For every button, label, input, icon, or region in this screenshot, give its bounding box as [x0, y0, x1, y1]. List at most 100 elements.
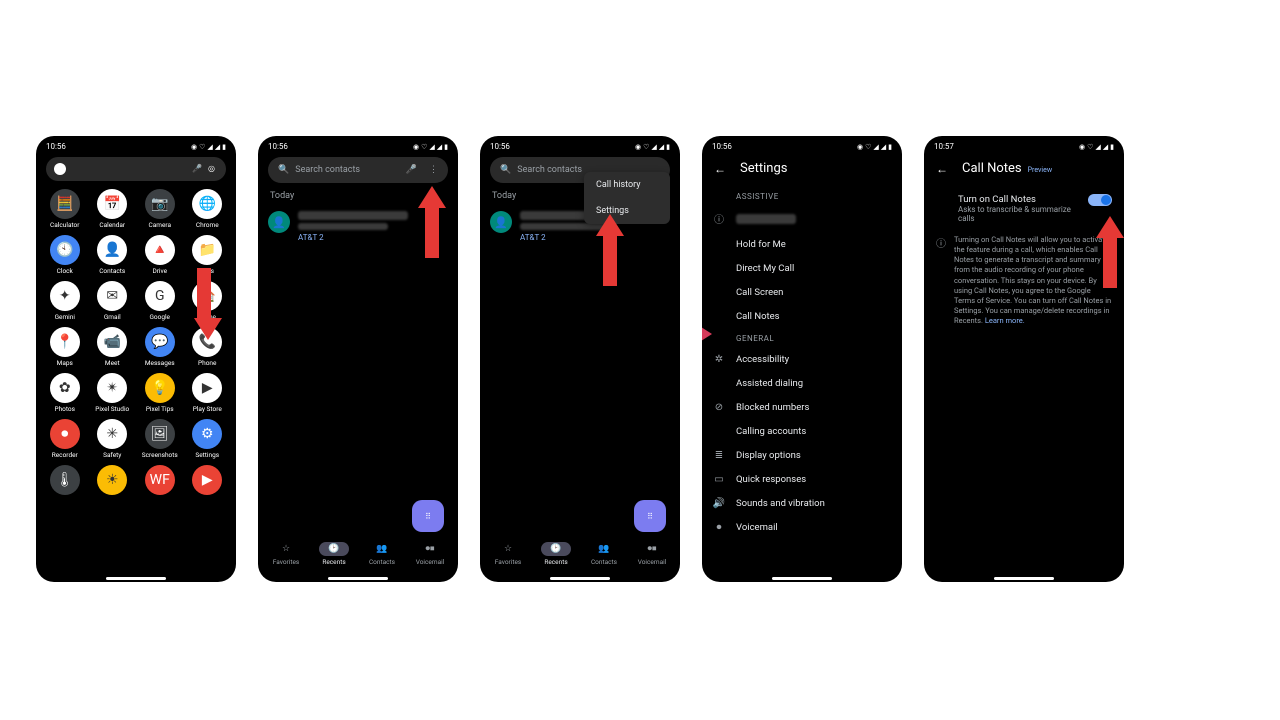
dialpad-button[interactable]: ⠿: [412, 500, 444, 532]
toggle-title: Turn on Call Notes: [958, 194, 1088, 205]
screen-call-notes: 10:57 ◉♡◢◢▮ ← Call Notes Preview Turn on…: [924, 136, 1124, 582]
setting-accessibility[interactable]: ✲Accessibility: [702, 347, 902, 371]
app-icon[interactable]: 🌡: [42, 465, 88, 497]
app-icon: 💬: [145, 327, 175, 357]
app-calculator[interactable]: 🧮Calculator: [42, 189, 88, 229]
nav-bar[interactable]: [994, 577, 1054, 580]
setting-label: Display options: [736, 450, 801, 461]
info-icon: ⓘ: [712, 211, 726, 226]
tab-recents[interactable]: 🕑Recents: [541, 542, 571, 566]
nav-bar[interactable]: [106, 577, 166, 580]
app-icon[interactable]: WF: [137, 465, 183, 497]
section-assistive: ASSISTIVE: [702, 186, 902, 205]
app-safety[interactable]: ✳Safety: [90, 419, 136, 459]
tab-voicemail[interactable]: ⏺⏹Voicemail: [415, 542, 445, 566]
app-label: Phone: [198, 359, 216, 367]
app-label: Maps: [57, 359, 73, 367]
app-meet[interactable]: 📹Meet: [90, 327, 136, 367]
setting-label: Voicemail: [736, 522, 778, 533]
app-icon: 💡: [145, 373, 175, 403]
setting-voicemail[interactable]: ⏺ Voicemail: [702, 515, 902, 539]
tab-voicemail[interactable]: ⏺⏹Voicemail: [637, 542, 667, 566]
app-chrome[interactable]: 🌐Chrome: [185, 189, 231, 229]
app-label: Calendar: [99, 221, 125, 229]
setting-calling-accounts[interactable]: Calling accounts: [702, 419, 902, 443]
call-notes-switch[interactable]: [1088, 194, 1112, 206]
toggle-call-notes-row[interactable]: Turn on Call Notes Asks to transcribe & …: [924, 186, 1124, 229]
setting-caller-id[interactable]: ⓘ: [702, 205, 902, 232]
setting-display-options[interactable]: ≣Display options: [702, 443, 902, 467]
app-settings[interactable]: ⚙Settings: [185, 419, 231, 459]
bottom-tabs: ☆ Favorites 🕑Recents 👥Contacts ⏺⏹Voicemail: [480, 536, 680, 576]
setting-icon: ✲: [712, 354, 726, 365]
overflow-menu-icon[interactable]: ⋮: [429, 165, 438, 175]
app-icon: ▶: [192, 465, 222, 495]
page-title: Settings: [740, 161, 787, 176]
app-icon[interactable]: ☀: [90, 465, 136, 497]
app-gemini[interactable]: ✦Gemini: [42, 281, 88, 321]
app-maps[interactable]: 📍 Maps: [42, 327, 88, 367]
tab-favorites[interactable]: ☆Favorites: [271, 542, 301, 566]
tab-contacts[interactable]: 👥Contacts: [367, 542, 397, 566]
nav-bar[interactable]: [550, 577, 610, 580]
search-placeholder: Search contacts: [517, 165, 582, 175]
nav-bar[interactable]: [328, 577, 388, 580]
app-label: Camera: [148, 221, 171, 229]
setting-sounds-and-vibration[interactable]: 🔊Sounds and vibration: [702, 491, 902, 515]
setting-icon: ⏺: [712, 522, 726, 533]
app-gmail[interactable]: ✉Gmail: [90, 281, 136, 321]
app-label: Settings: [195, 451, 219, 459]
tab-icon: ☆: [493, 542, 523, 556]
google-search-bar[interactable]: G 🎤 ◎: [46, 157, 226, 181]
app-icon: ✳: [97, 419, 127, 449]
back-icon[interactable]: ←: [936, 162, 948, 176]
app-calendar[interactable]: 📅Calendar: [90, 189, 136, 229]
setting-assisted-dialing[interactable]: Assisted dialing: [702, 371, 902, 395]
setting-blocked-numbers[interactable]: ⊘Blocked numbers: [702, 395, 902, 419]
mic-icon[interactable]: 🎤: [406, 165, 417, 175]
app-drive[interactable]: 🔺Drive: [137, 235, 183, 275]
app-pixel-studio[interactable]: ✴Pixel Studio: [90, 373, 136, 413]
app-photos[interactable]: ✿Photos: [42, 373, 88, 413]
section-general: GENERAL: [702, 328, 902, 347]
app-messages[interactable]: 💬Messages: [137, 327, 183, 367]
dialpad-button[interactable]: ⠿: [634, 500, 666, 532]
mic-icon[interactable]: 🎤: [192, 164, 202, 174]
tab-favorites[interactable]: ☆ Favorites: [493, 542, 523, 566]
back-icon[interactable]: ←: [714, 162, 726, 176]
app-icon: ✴: [97, 373, 127, 403]
status-bar: 10:56 ◉♡◢◢▮: [702, 136, 902, 155]
avatar: 👤: [490, 211, 512, 233]
tab-label: Favorites: [495, 558, 522, 566]
learn-more-link[interactable]: Learn more.: [985, 316, 1025, 325]
app-screenshots[interactable]: 🖼Screenshots: [137, 419, 183, 459]
setting-quick-responses[interactable]: ▭Quick responses: [702, 467, 902, 491]
setting-hold-for-me[interactable]: Hold for Me: [702, 232, 902, 256]
app-google[interactable]: GGoogle: [137, 281, 183, 321]
app-recorder[interactable]: ⏺Recorder: [42, 419, 88, 459]
tab-label: Recents: [544, 558, 567, 566]
app-icon: 📍: [50, 327, 80, 357]
setting-label: Blocked numbers: [736, 402, 809, 413]
nav-bar[interactable]: [772, 577, 832, 580]
tab-label: Favorites: [273, 558, 300, 566]
app-pixel-tips[interactable]: 💡Pixel Tips: [137, 373, 183, 413]
setting-direct-my-call[interactable]: Direct My Call: [702, 256, 902, 280]
setting-label: Sounds and vibration: [736, 498, 825, 509]
app-icon[interactable]: ▶: [185, 465, 231, 497]
app-label: Meet: [105, 359, 120, 367]
menu-call-history[interactable]: Call history: [584, 172, 670, 198]
info-text: Turning on Call Notes will allow you to …: [954, 235, 1111, 325]
tab-recents[interactable]: 🕑Recents: [319, 542, 349, 566]
carrier-label: AT&T 2: [520, 233, 670, 242]
app-contacts[interactable]: 👤Contacts: [90, 235, 136, 275]
app-play-store[interactable]: ▶Play Store: [185, 373, 231, 413]
lens-icon[interactable]: ◎: [208, 164, 218, 174]
setting-call-notes[interactable]: Call Notes: [702, 304, 902, 328]
status-time: 10:56: [46, 142, 66, 151]
app-camera[interactable]: 📷Camera: [137, 189, 183, 229]
setting-call-screen[interactable]: Call Screen: [702, 280, 902, 304]
tab-contacts[interactable]: 👥Contacts: [589, 542, 619, 566]
search-contacts-bar[interactable]: 🔍 Search contacts 🎤 ⋮: [268, 157, 448, 183]
app-clock[interactable]: 🕙Clock: [42, 235, 88, 275]
